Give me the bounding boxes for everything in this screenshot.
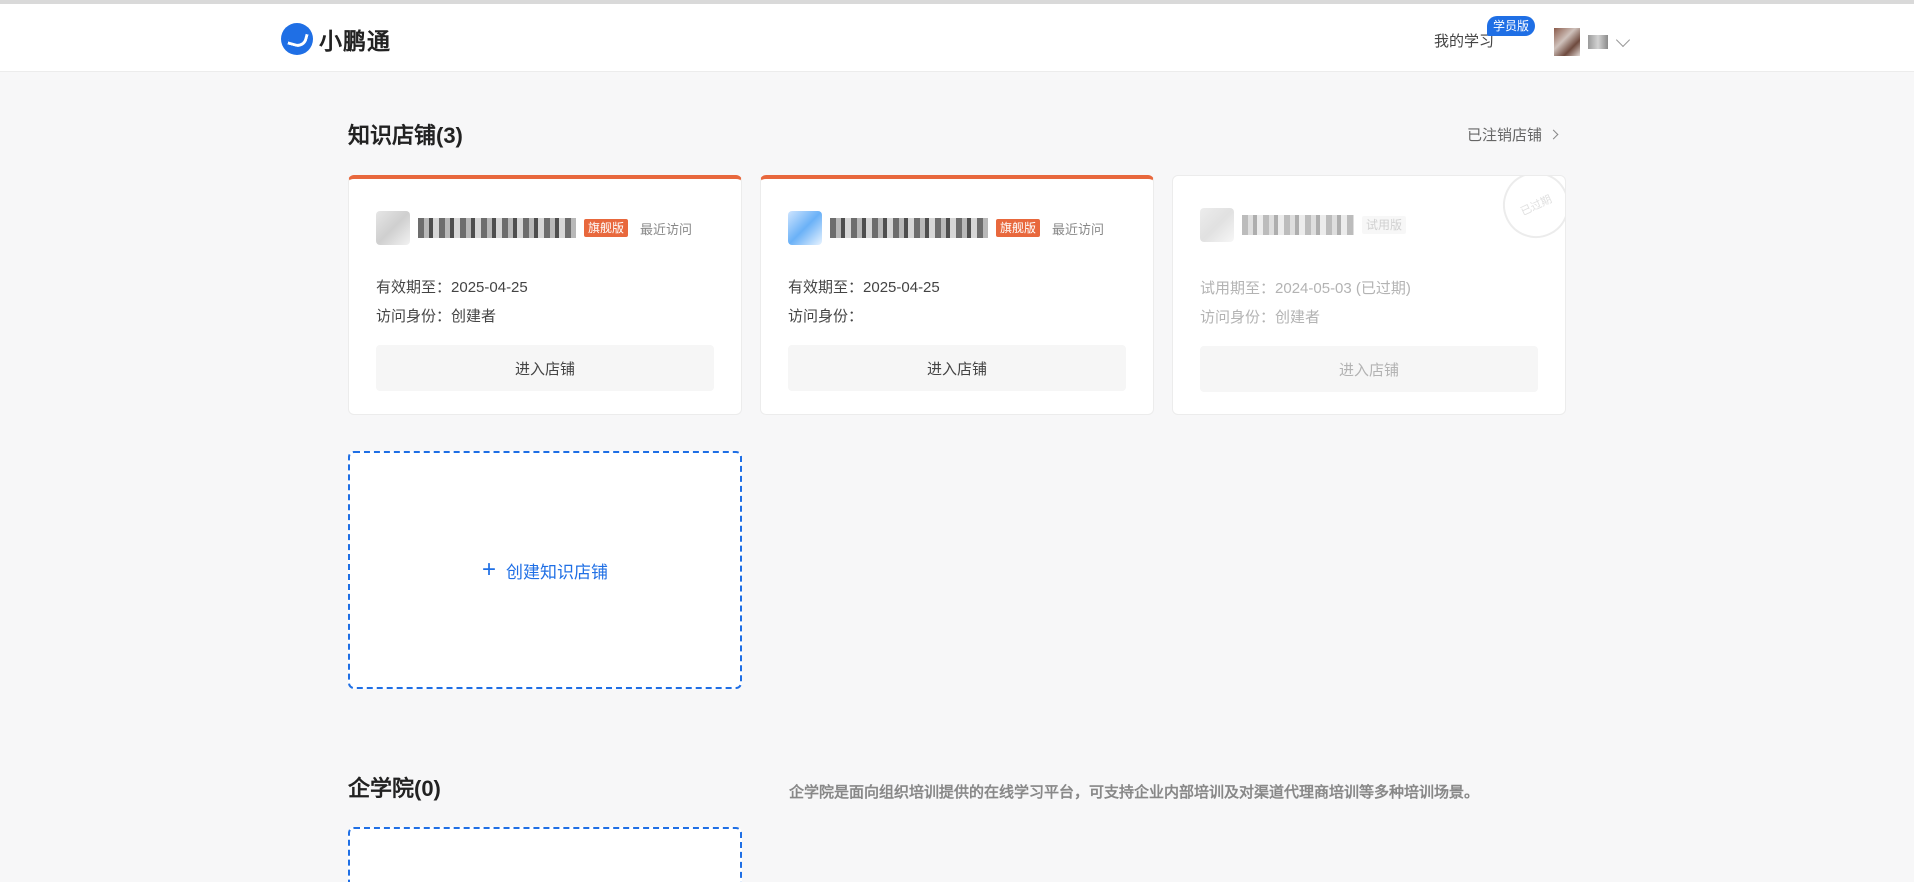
enter-store-button[interactable]: 进入店铺 bbox=[1200, 346, 1538, 392]
store-card-header: 试用版 bbox=[1200, 208, 1407, 242]
flagship-tag: 旗舰版 bbox=[996, 219, 1041, 237]
create-store-label: 创建知识店铺 bbox=[506, 562, 608, 582]
academy-section-title: 企学院(0) bbox=[348, 776, 441, 801]
store-card: 旗舰版 最近访问 有效期至：2025-04-25 访问身份： 进入店铺 bbox=[760, 175, 1154, 415]
top-header: 小鹏通 我的学习 学员版 bbox=[0, 4, 1914, 72]
my-study-link[interactable]: 我的学习 bbox=[1434, 30, 1494, 51]
store-logo bbox=[788, 211, 822, 245]
role-line: 访问身份：创建者 bbox=[1200, 306, 1320, 327]
role-label: 访问身份： bbox=[1200, 309, 1276, 326]
closed-stores-label: 已注销店铺 bbox=[1467, 127, 1543, 144]
store-name-redacted bbox=[830, 218, 988, 238]
plus-icon: + bbox=[481, 556, 496, 583]
role-label: 访问身份： bbox=[788, 308, 864, 325]
role-line: 访问身份： bbox=[788, 305, 863, 326]
expiry-line: 有效期至：2025-04-25 bbox=[376, 276, 528, 297]
store-logo bbox=[1200, 208, 1234, 242]
role-label: 访问身份： bbox=[376, 308, 452, 325]
recent-visit-label: 最近访问 bbox=[640, 221, 693, 237]
expiry-line: 试用期至：2024-05-03 (已过期) bbox=[1200, 277, 1411, 298]
expiry-label: 有效期至： bbox=[376, 279, 452, 296]
store-name-redacted bbox=[1242, 215, 1354, 235]
store-card-header: 旗舰版 最近访问 bbox=[376, 211, 692, 245]
closed-stores-link[interactable]: 已注销店铺 bbox=[1467, 124, 1559, 145]
role-value: 创建者 bbox=[451, 308, 497, 325]
user-name[interactable] bbox=[1588, 35, 1608, 49]
recent-visit-label: 最近访问 bbox=[1052, 221, 1105, 237]
academy-description: 企学院是面向组织培训提供的在线学习平台，可支持企业内部培训及对渠道代理商培训等多… bbox=[789, 784, 1480, 801]
expiry-label: 试用期至： bbox=[1200, 280, 1276, 297]
expiry-line: 有效期至：2025-04-25 bbox=[788, 276, 940, 297]
role-value: 创建者 bbox=[1275, 309, 1321, 326]
store-card: 旗舰版 最近访问 有效期至：2025-04-25 访问身份：创建者 进入店铺 bbox=[348, 175, 742, 415]
store-card-header: 旗舰版 最近访问 bbox=[788, 211, 1104, 245]
brand-logo[interactable]: 小鹏通 bbox=[281, 22, 391, 56]
chevron-down-icon[interactable] bbox=[1615, 32, 1631, 48]
student-edition-badge: 学员版 bbox=[1487, 16, 1536, 36]
expiry-value: 2025-04-25 bbox=[863, 279, 940, 296]
enter-store-button[interactable]: 进入店铺 bbox=[376, 345, 714, 391]
role-line: 访问身份：创建者 bbox=[376, 305, 496, 326]
expiry-value: 2024-05-03 (已过期) bbox=[1275, 280, 1411, 297]
expired-stamp: 已过期 bbox=[1492, 176, 1565, 249]
brand-name: 小鹏通 bbox=[319, 28, 391, 54]
enter-store-button[interactable]: 进入店铺 bbox=[788, 345, 1126, 391]
store-name-redacted bbox=[418, 218, 576, 238]
store-card-expired: 已过期 试用版 试用期至：2024-05-03 (已过期) 访问身份：创建者 进… bbox=[1172, 175, 1566, 415]
flagship-tag: 旗舰版 bbox=[584, 219, 629, 237]
expiry-label: 有效期至： bbox=[788, 279, 864, 296]
create-academy-box[interactable] bbox=[348, 827, 742, 882]
expiry-value: 2025-04-25 bbox=[451, 279, 528, 296]
user-avatar[interactable] bbox=[1554, 28, 1580, 56]
chevron-right-icon bbox=[1548, 129, 1559, 140]
trial-tag: 试用版 bbox=[1362, 216, 1407, 234]
create-store-button[interactable]: + 创建知识店铺 bbox=[348, 451, 742, 689]
stores-section-title: 知识店铺(3) bbox=[348, 123, 463, 148]
store-logo bbox=[376, 211, 410, 245]
logo-icon bbox=[281, 23, 313, 55]
